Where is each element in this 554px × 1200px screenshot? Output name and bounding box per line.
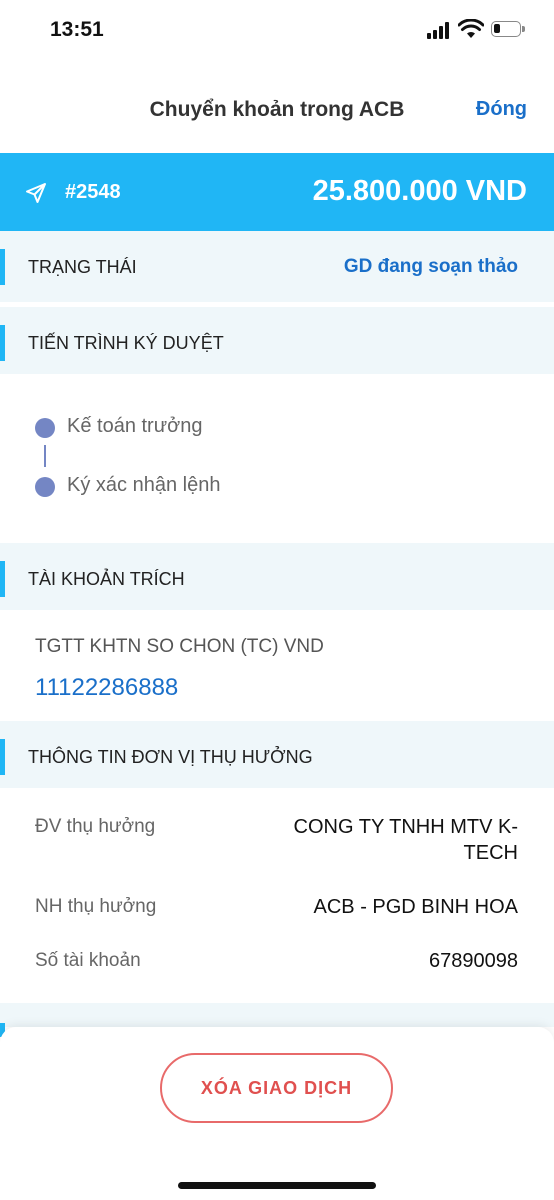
status-badge: GD đang soạn thảo (343, 256, 518, 277)
status-section-label: TRẠNG THÁI (28, 257, 137, 277)
beneficiary-bank-value: ACB - PGD BINH HOA (313, 896, 518, 918)
close-button[interactable]: Đóng (476, 98, 527, 121)
approval-step-label: Kế toán trưởng (67, 415, 203, 437)
source-account-section-label: TÀI KHOẢN TRÍCH (28, 569, 185, 589)
beneficiary-bank-label: NH thụ hưởng (35, 896, 157, 917)
transaction-banner: #2548 25.800.000 VND (0, 153, 554, 231)
cellular-signal-icon (427, 21, 453, 39)
step-dot-icon (35, 477, 55, 497)
source-account-section-header: TÀI KHOẢN TRÍCH (0, 543, 554, 610)
battery-icon (491, 21, 525, 37)
status-section-header: TRẠNG THÁI GD đang soạn thảo (0, 231, 554, 302)
status-bar: 13:51 (0, 0, 554, 60)
beneficiary-account-value: 67890098 (429, 950, 518, 972)
next-section-header (0, 1003, 554, 1027)
status-time: 13:51 (50, 18, 104, 41)
section-accent-bar (0, 561, 5, 597)
beneficiary-name-value: CONG TY TNHH MTV K-TECH (293, 816, 518, 864)
section-accent-bar (0, 249, 5, 285)
beneficiary-account-label: Số tài khoản (35, 950, 141, 971)
section-accent-bar (0, 739, 5, 775)
wifi-icon (458, 19, 484, 38)
delete-transaction-button[interactable]: XÓA GIAO DỊCH (160, 1053, 393, 1123)
source-account-number: 11122286888 (35, 674, 179, 701)
send-icon (26, 183, 46, 203)
page-title: Chuyển khoản trong ACB (149, 98, 405, 121)
beneficiary-section-label: THÔNG TIN ĐƠN VỊ THỤ HƯỞNG (28, 747, 313, 767)
approval-section-header: TIẾN TRÌNH KÝ DUYỆT (0, 307, 554, 374)
transaction-amount: 25.800.000 VND (312, 175, 527, 207)
nav-bar: Chuyển khoản trong ACB Đóng (0, 60, 554, 153)
bottom-action-panel: XÓA GIAO DỊCH (0, 1027, 554, 1200)
beneficiary-section-header: THÔNG TIN ĐƠN VỊ THỤ HƯỞNG (0, 721, 554, 788)
section-accent-bar (0, 325, 5, 361)
approval-step-label: Ký xác nhận lệnh (67, 474, 221, 496)
beneficiary-name-label: ĐV thụ hưởng (35, 816, 156, 837)
timeline-connector (44, 445, 46, 467)
source-account-name: TGTT KHTN SO CHON (TC) VND (35, 636, 324, 657)
transaction-id: #2548 (65, 181, 121, 203)
step-dot-icon (35, 418, 55, 438)
home-indicator (178, 1182, 376, 1189)
approval-section-label: TIẾN TRÌNH KÝ DUYỆT (28, 333, 224, 353)
